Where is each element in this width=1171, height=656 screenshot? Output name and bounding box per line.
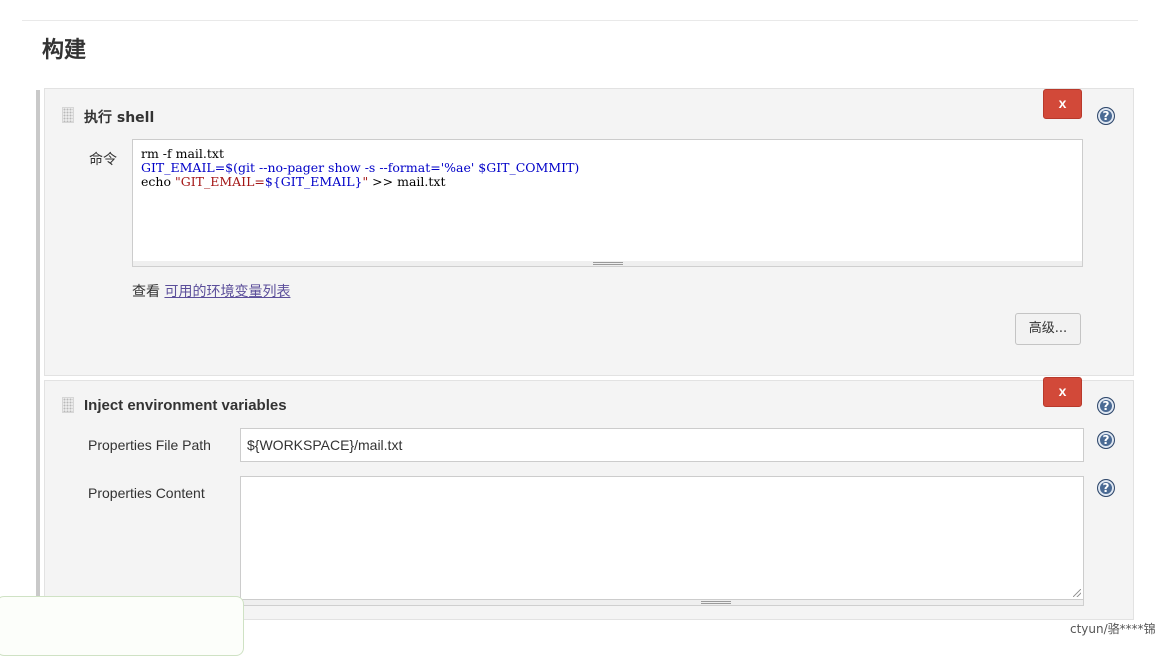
command-textarea[interactable]: rm -f mail.txt GIT_EMAIL=$(git --no-pager…: [132, 139, 1083, 267]
command-line: GIT_EMAIL=$(git --no-pager show -s --for…: [141, 161, 1074, 175]
content-help-icon[interactable]: ?: [1097, 479, 1115, 497]
section-title: 构建: [42, 38, 87, 63]
code-token: ${GIT_EMAIL}: [264, 174, 363, 189]
advanced-button[interactable]: 高级...: [1015, 313, 1081, 345]
env-vars-line: 查看 可用的环境变量列表: [132, 281, 290, 301]
textarea-resize-grip[interactable]: [132, 261, 1083, 267]
section-left-border: [36, 90, 40, 610]
code-token: "GIT_EMAIL=: [174, 174, 265, 189]
build-step-inject-env: Inject environment variables x ? Propert…: [44, 377, 1134, 620]
env-vars-link[interactable]: 可用的环境变量列表: [164, 284, 290, 300]
properties-content-label: Properties Content: [88, 485, 205, 501]
command-label: 命令: [89, 152, 117, 168]
build-step-execute-shell: 执行 shell x ? 命令 rm -f mail.txt GIT_EMAIL=…: [44, 88, 1134, 376]
drag-handle-icon[interactable]: [62, 397, 74, 413]
properties-file-path-label: Properties File Path: [88, 437, 211, 453]
code-token: rm -f mail.txt: [141, 146, 224, 161]
textarea-resize-grip[interactable]: [240, 600, 1084, 606]
help-icon[interactable]: ?: [1097, 397, 1115, 415]
code-token: echo: [141, 174, 175, 189]
drag-handle-icon[interactable]: [62, 107, 74, 123]
floating-panel: [0, 596, 244, 656]
delete-step-button[interactable]: x: [1043, 89, 1082, 119]
code-token: >> mail.txt: [368, 174, 446, 189]
code-token: GIT_EMAIL=$(git --no-pager show -s --for…: [141, 160, 580, 175]
properties-file-path-input[interactable]: ${WORKSPACE}/mail.txt: [240, 428, 1084, 462]
file-path-help-icon[interactable]: ?: [1097, 431, 1115, 449]
properties-content-textarea[interactable]: [240, 476, 1084, 600]
env-prefix: 查看: [132, 284, 165, 300]
command-line: rm -f mail.txt: [141, 147, 1074, 161]
resize-corner-icon[interactable]: [1073, 589, 1081, 597]
top-divider: [22, 20, 1138, 21]
help-icon[interactable]: ?: [1097, 107, 1115, 125]
step-title: 执行 shell: [84, 110, 155, 126]
watermark: ctyun/骆****锦: [1070, 622, 1156, 636]
delete-step-button[interactable]: x: [1043, 377, 1082, 407]
step-title: Inject environment variables: [84, 397, 287, 414]
command-line: echo "GIT_EMAIL=${GIT_EMAIL}" >> mail.tx…: [141, 175, 1074, 189]
